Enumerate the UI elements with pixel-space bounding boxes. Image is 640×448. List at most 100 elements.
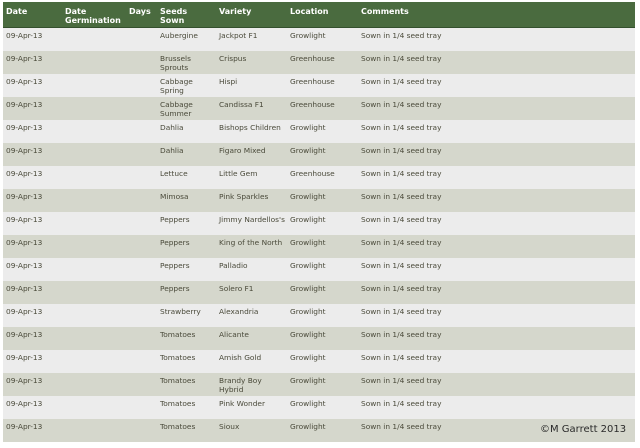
table-row: 09-Apr-13 Tomatoes Pink Wonder Growlight Sow… bbox=[3, 396, 635, 419]
cell-date: 09-Apr-13 bbox=[3, 120, 62, 143]
cell-germination-date bbox=[62, 97, 126, 120]
cell-days bbox=[126, 373, 157, 396]
cell-germination-date bbox=[62, 304, 126, 327]
cell-variety: Little Gem bbox=[216, 166, 287, 189]
cell-comments: Sown in 1/4 seed tray bbox=[358, 258, 635, 281]
cell-variety: Amish Gold bbox=[216, 350, 287, 373]
cell-date: 09-Apr-13 bbox=[3, 281, 62, 304]
column-header-location: Location bbox=[287, 2, 358, 28]
cell-seeds-sown: Lettuce bbox=[157, 166, 216, 189]
table-body: 09-Apr-13 Aubergine Jackpot F1 Growlight Sow… bbox=[3, 27, 635, 442]
cell-date: 09-Apr-13 bbox=[3, 212, 62, 235]
cell-variety: Solero F1 bbox=[216, 281, 287, 304]
cell-germination-date bbox=[62, 143, 126, 166]
cell-date: 09-Apr-13 bbox=[3, 27, 62, 51]
cell-variety: Alicante bbox=[216, 327, 287, 350]
cell-seeds-sown: Tomatoes bbox=[157, 327, 216, 350]
cell-seeds-sown: Aubergine bbox=[157, 27, 216, 51]
cell-germination-date bbox=[62, 189, 126, 212]
cell-location: Growlight bbox=[287, 235, 358, 258]
cell-location: Greenhouse bbox=[287, 97, 358, 120]
cell-comments: Sown in 1/4 seed tray bbox=[358, 143, 635, 166]
column-header-comments: Comments bbox=[358, 2, 635, 28]
cell-comments: Sown in 1/4 seed tray bbox=[358, 189, 635, 212]
cell-seeds-sown: Dahlia bbox=[157, 143, 216, 166]
cell-days bbox=[126, 143, 157, 166]
cell-date: 09-Apr-13 bbox=[3, 258, 62, 281]
table-row: 09-Apr-13 Brussels Sprouts Crispus Greenhou… bbox=[3, 51, 635, 74]
cell-germination-date bbox=[62, 281, 126, 304]
cell-comments: Sown in 1/4 seed tray bbox=[358, 304, 635, 327]
cell-days bbox=[126, 258, 157, 281]
cell-location: Growlight bbox=[287, 258, 358, 281]
cell-location: Greenhouse bbox=[287, 51, 358, 74]
cell-comments: Sown in 1/4 seed tray bbox=[358, 74, 635, 97]
cell-location: Growlight bbox=[287, 120, 358, 143]
cell-days bbox=[126, 189, 157, 212]
cell-location: Growlight bbox=[287, 143, 358, 166]
cell-germination-date bbox=[62, 212, 126, 235]
column-header-date-germination: Date Germination bbox=[62, 2, 126, 28]
cell-date: 09-Apr-13 bbox=[3, 304, 62, 327]
cell-seeds-sown: Tomatoes bbox=[157, 419, 216, 442]
column-header-days: Days bbox=[126, 2, 157, 28]
cell-date: 09-Apr-13 bbox=[3, 327, 62, 350]
table-row: 09-Apr-13 Peppers Jimmy Nardellos's Growlig… bbox=[3, 212, 635, 235]
cell-days bbox=[126, 166, 157, 189]
cell-germination-date bbox=[62, 51, 126, 74]
cell-days bbox=[126, 281, 157, 304]
cell-germination-date bbox=[62, 74, 126, 97]
cell-seeds-sown: Strawberry bbox=[157, 304, 216, 327]
table-row: 09-Apr-13 Peppers Solero F1 Growlight Sown i… bbox=[3, 281, 635, 304]
cell-location: Greenhouse bbox=[287, 74, 358, 97]
cell-variety: Figaro Mixed bbox=[216, 143, 287, 166]
table-row: 09-Apr-13 Cabbage Summer Candissa F1 Greenh… bbox=[3, 97, 635, 120]
table-row: 09-Apr-13 Tomatoes Amish Gold Growlight Sown… bbox=[3, 350, 635, 373]
cell-date: 09-Apr-13 bbox=[3, 51, 62, 74]
cell-location: Growlight bbox=[287, 281, 358, 304]
cell-date: 09-Apr-13 bbox=[3, 74, 62, 97]
cell-seeds-sown: Peppers bbox=[157, 258, 216, 281]
seed-sowing-table: Date Date Germination Days Seeds Sown Va… bbox=[3, 2, 635, 442]
cell-seeds-sown: Peppers bbox=[157, 235, 216, 258]
seed-log-sheet: Date Date Germination Days Seeds Sown Va… bbox=[3, 2, 635, 442]
cell-variety: Jackpot F1 bbox=[216, 27, 287, 51]
cell-location: Growlight bbox=[287, 396, 358, 419]
cell-days bbox=[126, 120, 157, 143]
cell-seeds-sown: Dahlia bbox=[157, 120, 216, 143]
cell-days bbox=[126, 327, 157, 350]
cell-germination-date bbox=[62, 396, 126, 419]
cell-location: Growlight bbox=[287, 327, 358, 350]
table-row: 09-Apr-13 Peppers King of the North Growlig… bbox=[3, 235, 635, 258]
cell-days bbox=[126, 74, 157, 97]
cell-variety: Candissa F1 bbox=[216, 97, 287, 120]
cell-comments: Sown in 1/4 seed tray bbox=[358, 166, 635, 189]
cell-seeds-sown: Cabbage Summer bbox=[157, 97, 216, 120]
cell-seeds-sown: Tomatoes bbox=[157, 396, 216, 419]
cell-days bbox=[126, 304, 157, 327]
table-row: 09-Apr-13 Peppers Palladio Growlight Sown in… bbox=[3, 258, 635, 281]
cell-days bbox=[126, 97, 157, 120]
cell-variety: Hispi bbox=[216, 74, 287, 97]
cell-days bbox=[126, 212, 157, 235]
table-row: 09-Apr-13 Aubergine Jackpot F1 Growlight Sow… bbox=[3, 27, 635, 51]
cell-date: 09-Apr-13 bbox=[3, 396, 62, 419]
cell-seeds-sown: Tomatoes bbox=[157, 373, 216, 396]
cell-germination-date bbox=[62, 120, 126, 143]
cell-variety: Sioux bbox=[216, 419, 287, 442]
cell-date: 09-Apr-13 bbox=[3, 350, 62, 373]
cell-location: Growlight bbox=[287, 189, 358, 212]
cell-comments: Sown in 1/4 seed tray bbox=[358, 373, 635, 396]
cell-comments: Sown in 1/4 seed tray bbox=[358, 212, 635, 235]
cell-location: Growlight bbox=[287, 350, 358, 373]
cell-comments: Sown in 1/4 seed tray bbox=[358, 27, 635, 51]
table-row: 09-Apr-13 Cabbage Spring Hispi Greenhouse So… bbox=[3, 74, 635, 97]
cell-germination-date bbox=[62, 419, 126, 442]
cell-variety: Palladio bbox=[216, 258, 287, 281]
cell-location: Greenhouse bbox=[287, 166, 358, 189]
column-header-variety: Variety bbox=[216, 2, 287, 28]
cell-location: Growlight bbox=[287, 212, 358, 235]
cell-date: 09-Apr-13 bbox=[3, 235, 62, 258]
table-row: 09-Apr-13 Strawberry Alexandria Growlight So… bbox=[3, 304, 635, 327]
cell-variety: Pink Wonder bbox=[216, 396, 287, 419]
